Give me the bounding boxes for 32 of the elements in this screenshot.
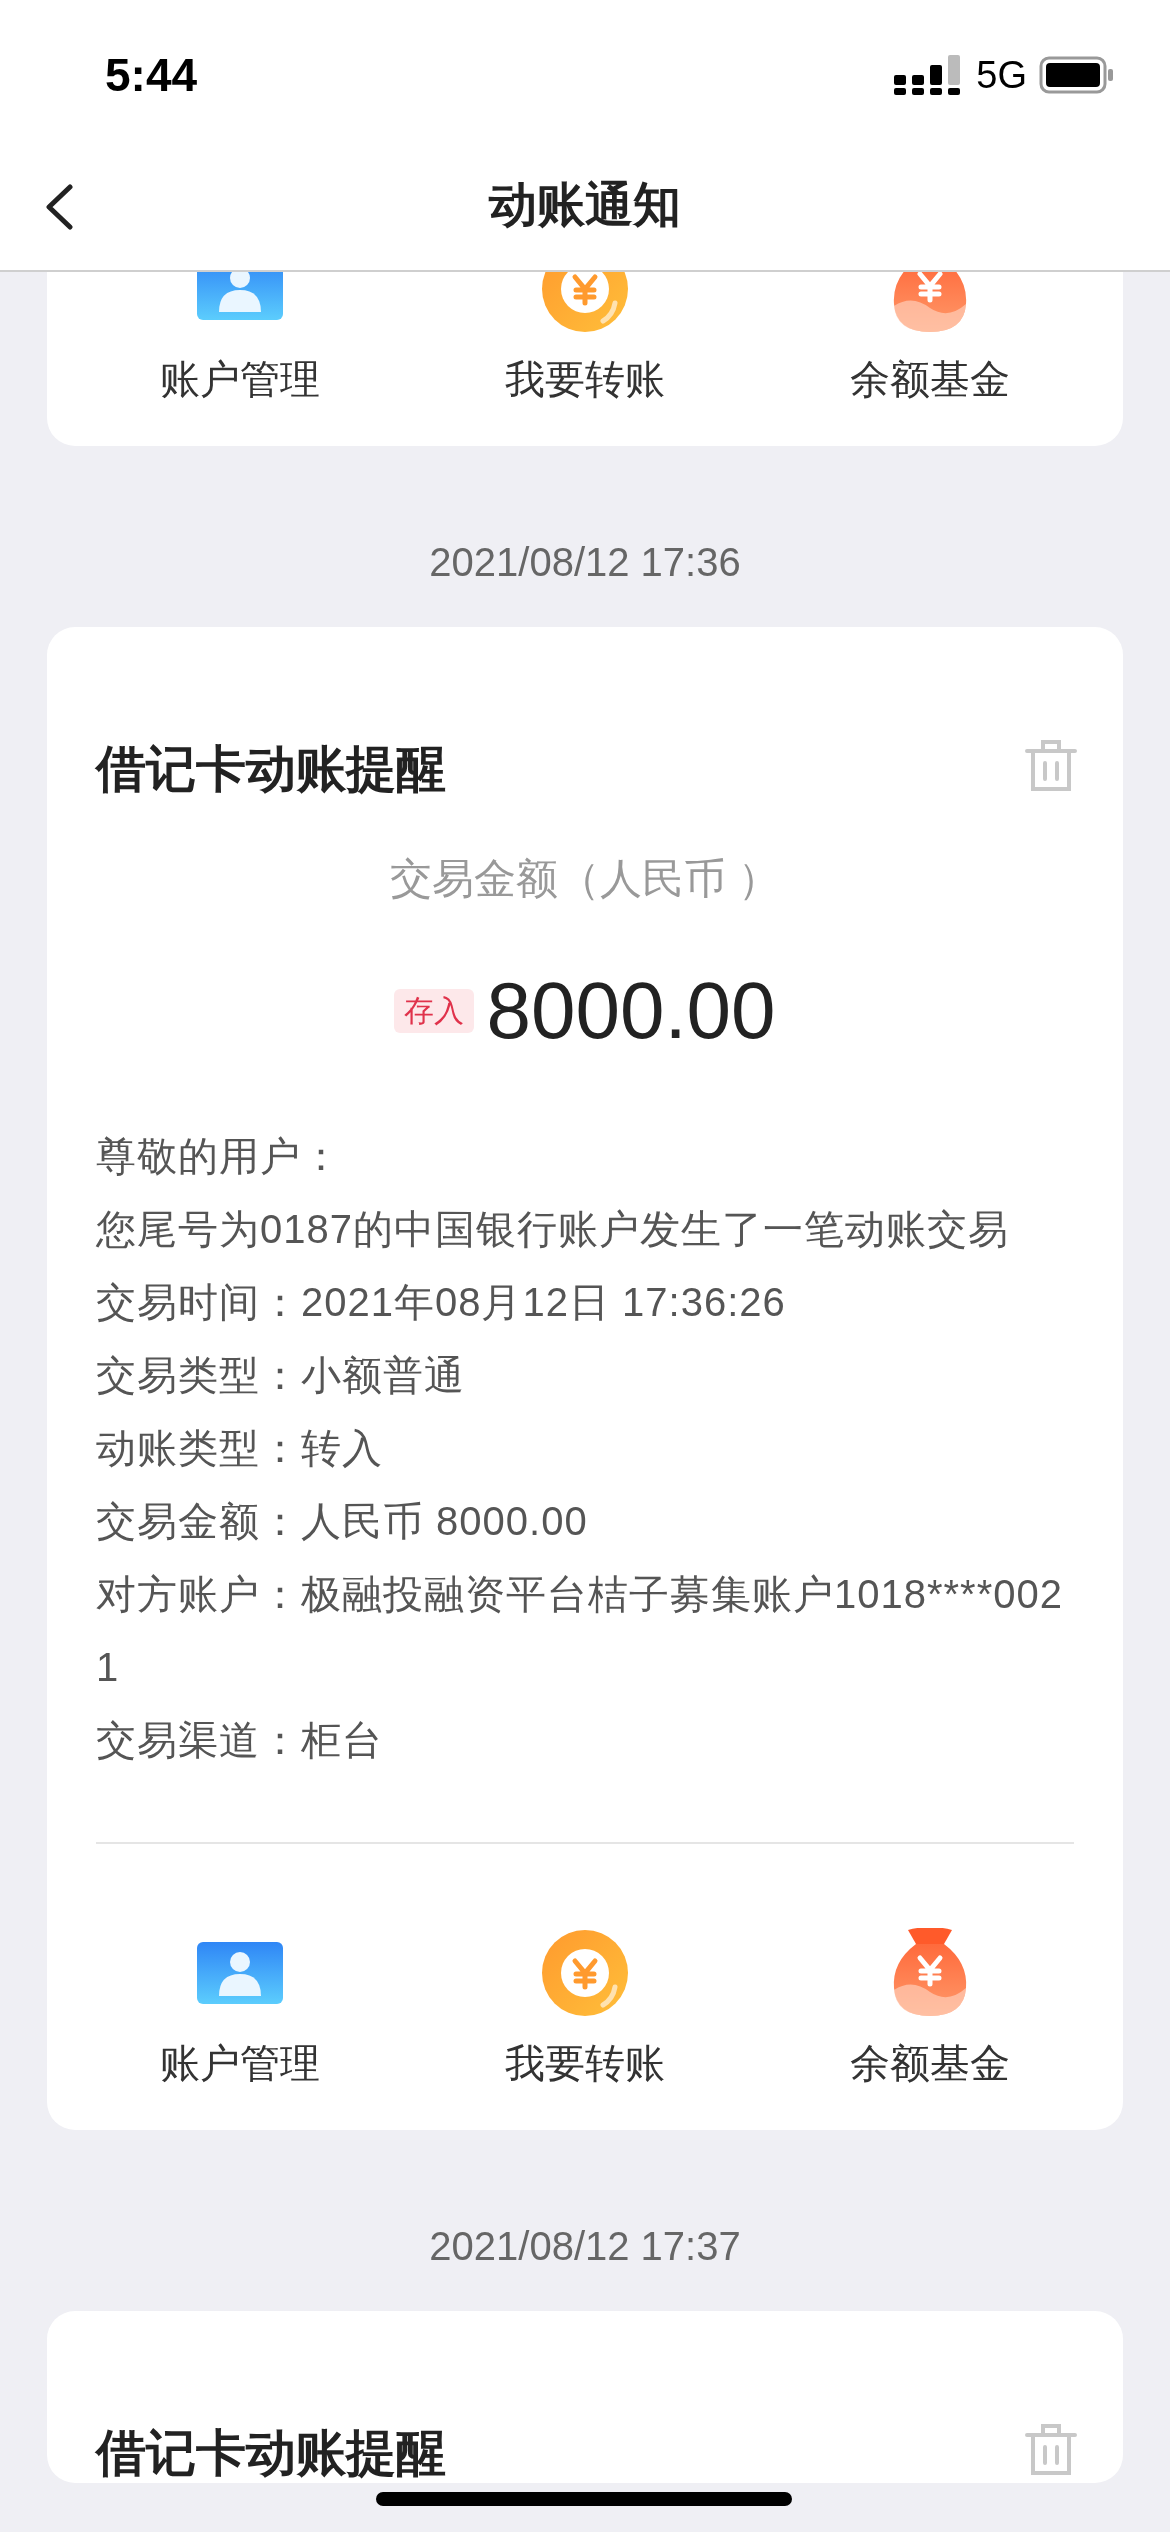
shortcut-button[interactable]: 我要转账 xyxy=(435,272,735,403)
detail-line: 对方账户：极融投融资平台桔子募集账户1018****0021 xyxy=(96,1571,1064,1691)
page-title: 动账通知 xyxy=(489,177,681,233)
amount-caption: 交易金额（人民币 ） xyxy=(390,855,780,903)
detail-line: 您尾号为0187的中国银行账户发生了一笔动账交易 xyxy=(96,1206,1010,1253)
trash-icon[interactable] xyxy=(1025,739,1077,793)
shortcut-button[interactable]: 我要转账 xyxy=(435,1929,735,2087)
status-time: 5:44 xyxy=(105,47,198,103)
timestamp: 2021/08/12 17:36 xyxy=(429,539,741,586)
shortcut-button[interactable]: 余额基金 xyxy=(780,272,1081,403)
shortcut-button[interactable]: 余额基金 xyxy=(780,1929,1081,2087)
back-button[interactable] xyxy=(44,184,74,230)
card-title: 借记卡动账提醒 xyxy=(96,2424,446,2483)
amount: 8000.00 xyxy=(486,966,776,1056)
detail-line: 交易时间：2021年08月12日 17:36:26 xyxy=(96,1279,787,1326)
detail-line: 交易渠道：柜台 xyxy=(96,1717,384,1764)
detail-line: 交易类型：小额普通 xyxy=(96,1352,466,1399)
shortcut-button[interactable]: 账户管理 xyxy=(89,272,390,403)
person-card-icon xyxy=(196,1942,283,2004)
deposit-tag: 存入 xyxy=(394,989,475,1033)
battery-icon xyxy=(1039,56,1115,94)
detail-line: 动账类型：转入 xyxy=(96,1425,384,1472)
card-title: 借记卡动账提醒 xyxy=(96,740,446,799)
money-bag-icon xyxy=(892,1928,969,2018)
person-card-icon xyxy=(196,272,283,320)
network-label: 5G xyxy=(976,52,1027,98)
detail-line: 尊敬的用户： xyxy=(96,1133,343,1180)
detail-line: 交易金额：人民币 8000.00 xyxy=(96,1498,589,1545)
trash-icon[interactable] xyxy=(1025,2423,1077,2477)
shortcut-button[interactable]: 账户管理 xyxy=(89,1929,390,2087)
yen-coin-icon xyxy=(541,1929,629,2017)
timestamp: 2021/08/12 17:37 xyxy=(429,2223,741,2270)
